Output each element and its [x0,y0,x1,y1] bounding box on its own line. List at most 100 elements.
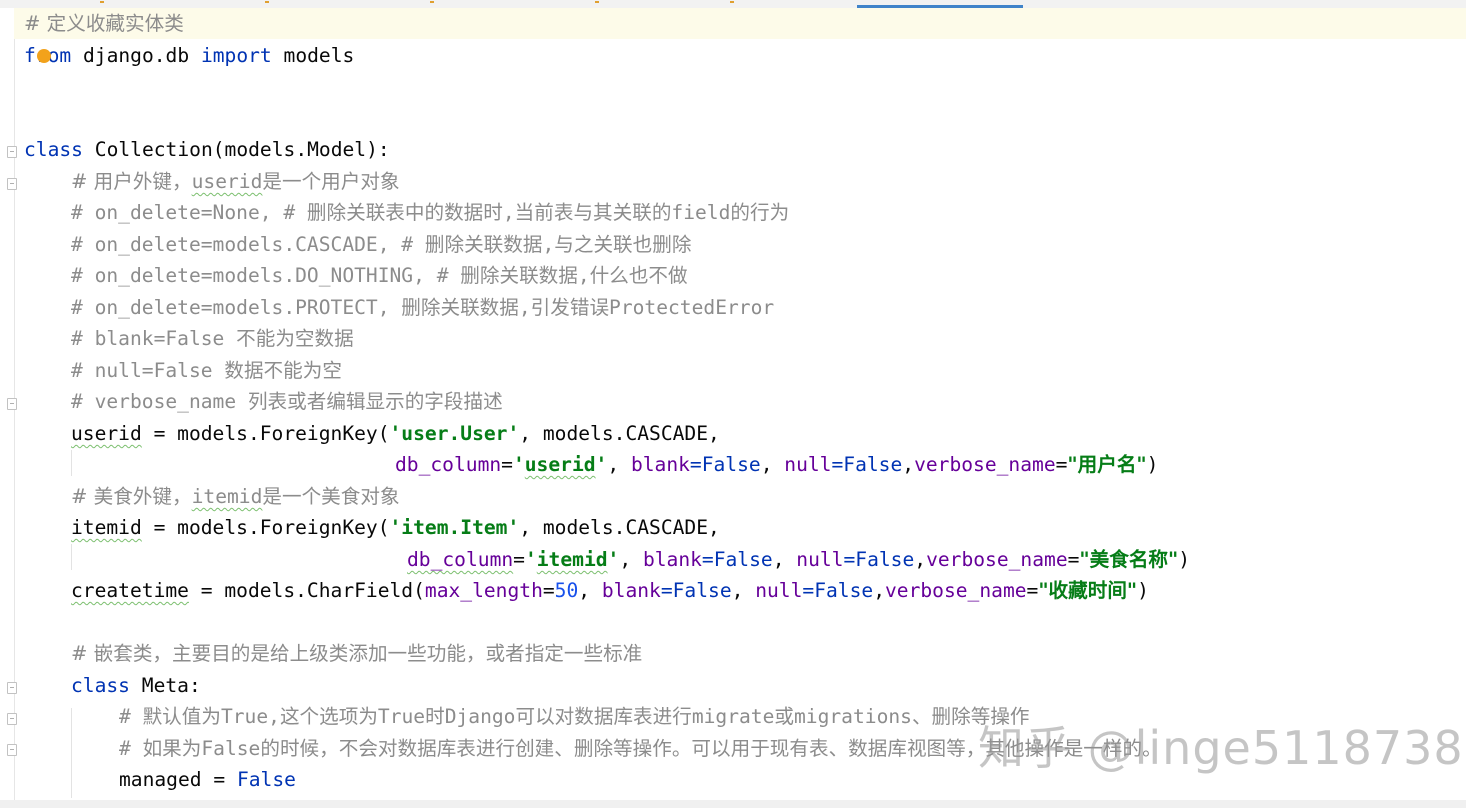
code-line-itemid-args: db_column='itemid', blank=False, null=Fa… [407,544,1190,575]
code-text: = models.ForeignKey( [141,516,390,539]
watermark: 知乎 @linge511873822 [978,721,1466,775]
comment-identifier: itemid [191,485,263,508]
code-editor[interactable]: # 定义收藏实体类 from django.db import models c… [0,8,1466,808]
param-value: =False [802,579,874,602]
code-line-comment-1: # 用户外键，userid是一个用户对象 [71,166,400,197]
keyword-from-b: om [47,44,72,67]
param-name: verbose_name [914,453,1056,476]
comment: 是一个美食对象 [262,485,400,508]
string-literal: "收藏时间" [1038,579,1138,602]
param-name: verbose_name [884,579,1027,602]
code-line-userid-args: db_column='userid', blank=False, null=Fa… [395,449,1158,480]
code-line-userid: userid = models.ForeignKey('user.User', … [71,418,720,449]
param-name: max_length [424,579,543,602]
fold-class-icon[interactable] [7,146,17,158]
code-text: = models.ForeignKey( [141,422,390,445]
fold-comment-end-icon[interactable] [7,398,17,410]
param-value: =False [831,453,903,476]
code-line-itemid: itemid = models.ForeignKey('item.Item', … [71,512,720,543]
tab-indicator [595,1,599,3]
class-declaration: Meta: [129,674,201,697]
string-literal: "用户名" [1067,453,1147,476]
code-text: , [902,453,915,476]
code-line-comment-5: # on_delete=models.PROTECT, 删除关联数据,引发错误P… [71,296,775,319]
class-declaration: Collection(models.Model): [82,138,390,161]
code-line-2: from django.db import models [24,40,354,71]
code-line-comment-9: # 美食外键，itemid是一个美食对象 [71,481,400,512]
code-text: managed = [119,768,237,791]
param-value: =False [660,579,732,602]
code-text: , [873,579,885,602]
module-name: django.db [71,44,201,67]
string-literal: 'item.Item' [389,516,520,539]
fold-comment-icon[interactable] [7,713,17,725]
code-text: = [1055,453,1068,476]
indent-guide [71,708,72,798]
code-text: , [619,548,643,571]
code-text: = [1026,579,1039,602]
tab-indicator [100,1,104,3]
comment: # 用户外键， [71,170,192,193]
string-literal: 'user.User' [389,422,520,445]
comment-identifier: userid [191,170,263,193]
code-line-comment-6: # blank=False 不能为空数据 [71,327,354,350]
param-name: verbose_name [926,548,1068,571]
code-text: , [760,453,785,476]
code-line-comment-2: # on_delete=None, # 删除关联表中的数据时,当前表与其关联的f… [71,201,790,224]
comment: # 美食外键， [71,485,192,508]
string-literal: itemid [536,548,608,571]
fold-comment-icon[interactable] [7,178,17,190]
param-name: db_column [407,548,514,571]
string-quote: ' [595,453,608,476]
string-literal: "美食名称" [1079,548,1179,571]
editor-tab-bar [0,0,1466,8]
param-value: =False [843,548,915,571]
variable-userid: userid [71,422,142,445]
code-text: = [542,579,555,602]
string-quote: ' [607,548,620,571]
code-line-comment-10: # 嵌套类，主要目的是给上级类添加一些功能，或者指定一些标准 [71,642,643,665]
number-literal: 50 [554,579,579,602]
code-text: , models.CASCADE, [519,422,720,445]
code-text: = models.CharField( [188,579,425,602]
code-text: ) [1137,579,1149,602]
string-literal: userid [524,453,596,476]
string-quote: ' [524,548,537,571]
import-name: models [271,44,355,67]
param-name: blank [630,453,690,476]
keyword-class: class [71,674,130,697]
fold-comment-end-icon[interactable] [7,744,17,756]
code-text: = [501,453,513,476]
string-quote: ' [512,453,525,476]
comment: 是一个用户对象 [262,170,400,193]
code-text: ) [1146,453,1159,476]
variable-itemid: itemid [71,516,142,539]
code-line-comment-11: # 默认值为True,这个选项为True时Django可以对数据库表进行migr… [119,705,1030,728]
indent-guide [71,544,72,570]
param-value: =False [689,453,761,476]
code-text: , [772,548,797,571]
param-name: null [784,453,832,476]
code-line-managed: managed = False [119,764,296,795]
code-text: , [731,579,756,602]
code-text: , models.CASCADE, [519,516,720,539]
code-text: , [914,548,927,571]
code-line-comment-8: # verbose_name 列表或者编辑显示的字段描述 [71,390,503,413]
tab-indicator [265,1,269,3]
code-line-comment-3: # on_delete=models.CASCADE, # 删除关联数据,与之关… [71,233,692,256]
tab-indicator [730,1,734,3]
editor-bottom-edge [0,800,1466,808]
code-line-1: # 定义收藏实体类 [14,8,1466,39]
tab-indicator [430,1,434,3]
code-line-comment-4: # on_delete=models.DO_NOTHING, # 删除关联数据,… [71,264,688,287]
keyword-class: class [24,138,83,161]
code-text: , [607,453,631,476]
param-name: blank [601,579,661,602]
fold-meta-icon[interactable] [7,682,17,694]
code-text: = [1067,548,1080,571]
comment: # 定义收藏实体类 [24,12,184,35]
param-name: blank [642,548,702,571]
code-line-meta: class Meta: [71,670,201,701]
param-value: False [236,768,296,791]
intention-bulb-icon[interactable] [37,49,51,63]
